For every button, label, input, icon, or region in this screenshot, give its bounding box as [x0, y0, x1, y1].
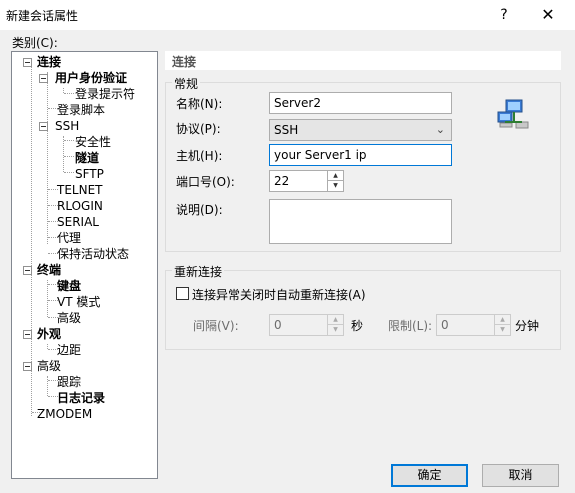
help-button[interactable]: ?	[492, 0, 516, 30]
interval-label: 间隔(V):	[193, 319, 239, 333]
interval-unit: 秒	[351, 319, 364, 333]
protocol-label: 协议(P):	[176, 122, 221, 136]
expand-terminal-icon[interactable]	[23, 266, 32, 275]
host-input[interactable]: your Server1 ip	[269, 144, 452, 166]
port-stepper[interactable]: 22 ▲ ▼	[269, 170, 344, 192]
general-group-title: 常规	[172, 75, 201, 92]
tree-item-terminal[interactable]: 终端	[37, 262, 61, 278]
limit-spinner[interactable]: ▲ ▼	[494, 315, 510, 335]
interval-spinner[interactable]: ▲ ▼	[327, 315, 343, 335]
limit-unit: 分钟	[515, 319, 540, 333]
port-value: 22	[274, 174, 290, 188]
tree-item-login-prompt[interactable]: 登录提示符	[75, 86, 135, 102]
panel-header-bar	[165, 51, 561, 70]
tree-item-trace[interactable]: 跟踪	[57, 374, 81, 390]
expand-appearance-icon[interactable]	[23, 330, 32, 339]
tree-item-keepalive[interactable]: 保持活动状态	[57, 246, 129, 262]
expand-auth-icon[interactable]	[39, 74, 48, 83]
port-label: 端口号(O):	[176, 175, 235, 189]
chevron-down-icon: ⌄	[435, 123, 445, 136]
name-label: 名称(N):	[176, 97, 223, 111]
tree-item-tunnel[interactable]: 隧道	[75, 150, 99, 166]
reconnect-group-title: 重新连接	[172, 263, 225, 280]
tree-item-logging[interactable]: 日志记录	[57, 390, 105, 406]
tree-item-sftp[interactable]: SFTP	[75, 166, 104, 182]
reconnect-group	[165, 270, 561, 350]
category-label: 类别(C):	[12, 36, 58, 50]
tree-item-telnet[interactable]: TELNET	[57, 182, 103, 198]
spin-down-icon[interactable]: ▼	[328, 325, 343, 335]
spin-up-icon[interactable]: ▲	[328, 171, 343, 181]
tree-item-connection[interactable]: 连接	[37, 54, 61, 70]
tree-item-vt-mode[interactable]: VT 模式	[57, 294, 100, 310]
auto-reconnect-label[interactable]: 连接异常关闭时自动重新连接(A)	[192, 286, 366, 303]
window-title: 新建会话属性	[6, 9, 79, 23]
port-spinner[interactable]: ▲ ▼	[327, 171, 343, 191]
interval-value: 0	[274, 318, 282, 332]
tree-item-keyboard[interactable]: 键盘	[57, 278, 81, 294]
close-button[interactable]: ✕	[533, 0, 563, 30]
host-label: 主机(H):	[176, 149, 223, 163]
tree-item-zmodem[interactable]: ZMODEM	[37, 406, 92, 422]
expand-ssh-icon[interactable]	[39, 122, 48, 131]
spin-up-icon[interactable]: ▲	[328, 315, 343, 325]
spin-up-icon[interactable]: ▲	[495, 315, 510, 325]
category-tree[interactable]: 连接 用户身份验证 登录提示符 登录脚本 SSH 安全性 隧道 SFTP TEL…	[11, 51, 158, 479]
network-computers-icon	[496, 98, 530, 132]
limit-stepper[interactable]: 0 ▲ ▼	[436, 314, 511, 336]
tree-item-term-advanced[interactable]: 高级	[57, 310, 81, 326]
description-label: 说明(D):	[176, 203, 223, 217]
description-textarea[interactable]	[269, 199, 452, 244]
interval-stepper[interactable]: 0 ▲ ▼	[269, 314, 344, 336]
panel-header: 连接	[172, 55, 197, 69]
cancel-button[interactable]: 取消	[482, 464, 559, 487]
tree-item-proxy[interactable]: 代理	[57, 230, 81, 246]
protocol-select-value: SSH	[274, 123, 299, 137]
auto-reconnect-checkbox[interactable]	[176, 287, 189, 300]
protocol-select[interactable]: SSH ⌄	[269, 119, 452, 141]
spin-down-icon[interactable]: ▼	[328, 181, 343, 191]
tree-item-appearance[interactable]: 外观	[37, 326, 61, 342]
limit-label: 限制(L):	[388, 319, 433, 333]
tree-item-ssh[interactable]: SSH	[55, 118, 79, 134]
tree-item-serial[interactable]: SERIAL	[57, 214, 99, 230]
tree-item-login-script[interactable]: 登录脚本	[57, 102, 105, 118]
expand-advanced-icon[interactable]	[23, 362, 32, 371]
tree-item-advanced[interactable]: 高级	[37, 358, 61, 374]
tree-item-rlogin[interactable]: RLOGIN	[57, 198, 103, 214]
title-bar	[0, 0, 575, 30]
tree-item-margins[interactable]: 边距	[57, 342, 81, 358]
limit-value: 0	[441, 318, 449, 332]
name-input[interactable]: Server2	[269, 92, 452, 114]
tree-item-auth[interactable]: 用户身份验证	[55, 70, 127, 86]
ok-button[interactable]: 确定	[391, 464, 468, 487]
tree-item-security[interactable]: 安全性	[75, 134, 111, 150]
spin-down-icon[interactable]: ▼	[495, 325, 510, 335]
expand-connection-icon[interactable]	[23, 58, 32, 67]
